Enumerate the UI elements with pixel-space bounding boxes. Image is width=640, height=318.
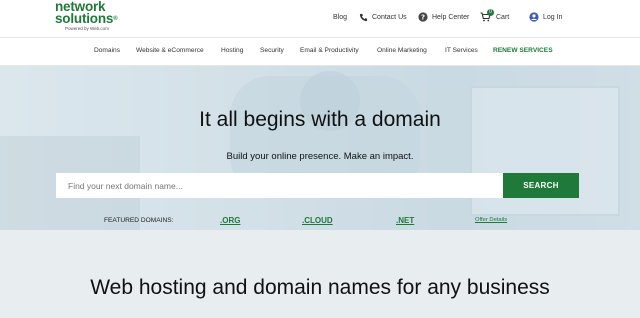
nav-item-hosting[interactable]: Hosting: [221, 47, 243, 54]
logo-line-2: solutions®: [55, 11, 130, 26]
svg-text:?: ?: [421, 13, 425, 21]
phone-icon: [359, 13, 368, 22]
nav-item-email-productivity[interactable]: Email & Productivity: [300, 47, 359, 54]
login-link[interactable]: Log In: [529, 10, 562, 24]
nav-item-website-ecommerce[interactable]: Website & eCommerce: [136, 47, 204, 54]
hero-title: It all begins with a domain: [199, 108, 441, 131]
help-center-label: Help Center: [432, 13, 470, 21]
hosting-section: Web hosting and domain names for any bus…: [0, 230, 640, 318]
cart-link[interactable]: 0 Cart: [480, 8, 510, 24]
logo-trademark: ®: [113, 16, 118, 22]
domain-search-input[interactable]: [56, 173, 503, 198]
cart-label: Cart: [496, 13, 510, 21]
cart-icon: 0: [480, 8, 494, 23]
featured-domain-cloud[interactable]: .CLOUD: [302, 216, 333, 225]
help-center-link[interactable]: ? Help Center: [418, 10, 469, 24]
hero-subtitle: Build your online presence. Make an impa…: [226, 151, 414, 162]
logo-powered-by: Powered by Web.com: [65, 26, 109, 31]
hero-overlay: [0, 66, 640, 230]
nav-item-domains[interactable]: Domains: [94, 47, 120, 54]
user-circle-icon: [529, 12, 539, 22]
featured-domain-net[interactable]: .NET: [396, 216, 414, 225]
nav-item-online-marketing[interactable]: Online Marketing: [377, 47, 427, 54]
network-solutions-logo[interactable]: network solutions® Powered by Web.com: [55, 0, 130, 35]
top-header: network solutions® Powered by Web.com Bl…: [0, 0, 640, 37]
blog-link[interactable]: Blog: [333, 10, 347, 24]
nav-item-renew-services[interactable]: RENEW SERVICES: [493, 47, 553, 54]
login-label: Log In: [543, 13, 563, 21]
featured-domains-label: FEATURED DOMAINS:: [104, 217, 174, 224]
logo-line-2-text: solutions: [55, 11, 114, 26]
nav-item-security[interactable]: Security: [260, 47, 284, 54]
contact-us-label: Contact Us: [372, 13, 407, 21]
search-button[interactable]: SEARCH: [503, 173, 579, 198]
featured-domain-org[interactable]: .ORG: [220, 216, 240, 225]
section-title: Web hosting and domain names for any bus…: [90, 276, 550, 299]
cart-count-badge: 0: [487, 8, 494, 16]
main-nav: Domains Website & eCommerce Hosting Secu…: [0, 37, 640, 66]
offer-details-link[interactable]: Offer Details: [475, 217, 507, 223]
blog-label: Blog: [333, 13, 348, 21]
contact-us-link[interactable]: Contact Us: [359, 10, 407, 24]
help-circle-icon: ?: [418, 12, 428, 22]
nav-item-it-services[interactable]: IT Services: [445, 47, 478, 54]
hero-banner: It all begins with a domain Build your o…: [0, 66, 640, 230]
